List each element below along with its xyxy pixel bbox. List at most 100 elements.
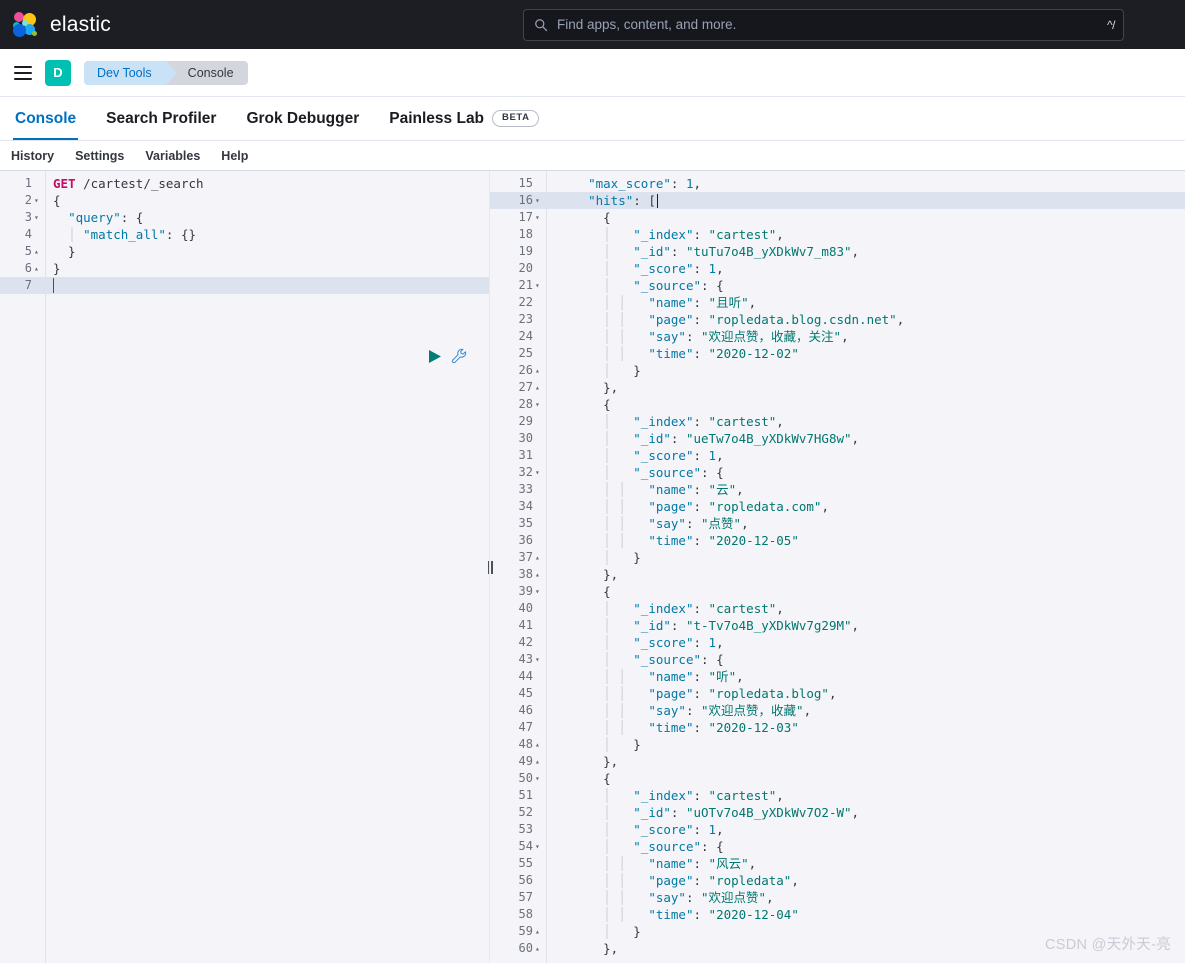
- global-search[interactable]: Find apps, content, and more. ^/: [523, 8, 1124, 41]
- response-line[interactable]: 40 │ "_index": "cartest",: [490, 600, 1185, 617]
- response-line[interactable]: 29 │ "_index": "cartest",: [490, 413, 1185, 430]
- fold-arrow-icon[interactable]: ▴: [535, 566, 544, 583]
- request-line[interactable]: 4 │ "match_all": {}: [0, 226, 489, 243]
- fold-arrow-icon[interactable]: ▾: [535, 838, 544, 855]
- response-line[interactable]: 34 │ │ "page": "ropledata.com",: [490, 498, 1185, 515]
- fold-arrow-icon[interactable]: ▴: [34, 260, 43, 277]
- fold-arrow-icon[interactable]: ▴: [535, 736, 544, 753]
- request-line[interactable]: 2 ▾ {: [0, 192, 489, 209]
- request-line-code: }: [53, 261, 61, 276]
- pane-splitter[interactable]: [483, 171, 497, 963]
- response-line[interactable]: 57 │ │ "say": "欢迎点赞",: [490, 889, 1185, 906]
- request-line[interactable]: 6 ▴}: [0, 260, 489, 277]
- response-line[interactable]: 35 │ │ "say": "点赞",: [490, 515, 1185, 532]
- response-line[interactable]: 24 │ │ "say": "欢迎点赞，收藏，关注",: [490, 328, 1185, 345]
- response-line[interactable]: 39 ▾ {: [490, 583, 1185, 600]
- search-icon: [534, 18, 548, 32]
- response-line[interactable]: 53 │ "_score": 1,: [490, 821, 1185, 838]
- response-line[interactable]: 37 ▴ │ }: [490, 549, 1185, 566]
- response-line[interactable]: 51 │ "_index": "cartest",: [490, 787, 1185, 804]
- search-shortcut-hint: ^/: [1107, 17, 1115, 32]
- response-line[interactable]: 22 │ │ "name": "且听",: [490, 294, 1185, 311]
- global-search-box[interactable]: Find apps, content, and more. ^/: [523, 8, 1124, 41]
- response-line[interactable]: 55 │ │ "name": "风云",: [490, 855, 1185, 872]
- fold-arrow-icon[interactable]: ▴: [535, 549, 544, 566]
- response-line[interactable]: 20 │ "_score": 1,: [490, 260, 1185, 277]
- space-avatar[interactable]: D: [45, 59, 71, 86]
- response-line-number: 37 ▴: [490, 549, 546, 566]
- sub-menu-item-help[interactable]: Help: [221, 149, 248, 163]
- response-line[interactable]: 38 ▴ },: [490, 566, 1185, 583]
- response-line[interactable]: 30 │ "_id": "ueTw7o4B_yXDkWv7HG8w",: [490, 430, 1185, 447]
- request-line[interactable]: 5 ▴ }: [0, 243, 489, 260]
- tab-grok-debugger[interactable]: Grok Debugger: [244, 99, 361, 140]
- request-line-number: 1: [24, 176, 32, 190]
- request-line[interactable]: 3 ▾ "query": {: [0, 209, 489, 226]
- request-editor[interactable]: 1 GET /cartest/_search 2 ▾{3 ▾ "query": {4 │…: [0, 171, 489, 294]
- response-line[interactable]: 33 │ │ "name": "云",: [490, 481, 1185, 498]
- request-editor-pane[interactable]: 1 GET /cartest/_search 2 ▾{3 ▾ "query": {4 │…: [0, 171, 490, 963]
- response-line[interactable]: 54 ▾ │ "_source": {: [490, 838, 1185, 855]
- sub-menu-item-settings[interactable]: Settings: [75, 149, 124, 163]
- fold-arrow-icon[interactable]: ▾: [34, 209, 43, 226]
- request-line[interactable]: 7: [0, 277, 489, 294]
- fold-arrow-icon[interactable]: ▴: [34, 243, 43, 260]
- hamburger-menu-icon[interactable]: [14, 65, 32, 80]
- breadcrumb-item-console[interactable]: Console: [165, 60, 248, 85]
- response-line[interactable]: 31 │ "_score": 1,: [490, 447, 1185, 464]
- sub-menu-item-variables[interactable]: Variables: [145, 149, 200, 163]
- response-line[interactable]: 50 ▾ {: [490, 770, 1185, 787]
- fold-arrow-icon[interactable]: ▾: [535, 583, 544, 600]
- response-line[interactable]: 48 ▴ │ }: [490, 736, 1185, 753]
- play-triangle-icon[interactable]: [428, 349, 442, 364]
- response-line[interactable]: 45 │ │ "page": "ropledata.blog",: [490, 685, 1185, 702]
- fold-arrow-icon[interactable]: ▾: [535, 396, 544, 413]
- breadcrumb-item-dev-tools[interactable]: Dev Tools: [84, 60, 177, 85]
- response-line[interactable]: 25 │ │ "time": "2020-12-02": [490, 345, 1185, 362]
- response-line[interactable]: 26 ▴ │ }: [490, 362, 1185, 379]
- tab-console[interactable]: Console: [13, 99, 79, 140]
- fold-arrow-icon[interactable]: ▾: [535, 651, 544, 668]
- fold-arrow-icon[interactable]: ▾: [535, 464, 544, 481]
- tab-painless-lab[interactable]: Painless Lab BETA: [387, 99, 540, 140]
- response-line[interactable]: 17 ▾ {: [490, 209, 1185, 226]
- fold-arrow-icon[interactable]: ▴: [535, 753, 544, 770]
- response-line[interactable]: 44 │ │ "name": "听",: [490, 668, 1185, 685]
- fold-arrow-icon[interactable]: ▴: [535, 940, 544, 957]
- response-line[interactable]: 16 ▾ "hits": [: [490, 192, 1185, 209]
- fold-arrow-icon[interactable]: ▾: [535, 770, 544, 787]
- response-line[interactable]: 46 │ │ "say": "欢迎点赞，收藏",: [490, 702, 1185, 719]
- response-line[interactable]: 56 │ │ "page": "ropledata",: [490, 872, 1185, 889]
- response-line[interactable]: 32 ▾ │ "_source": {: [490, 464, 1185, 481]
- tab-search-profiler[interactable]: Search Profiler: [104, 99, 218, 140]
- fold-arrow-icon[interactable]: ▾: [535, 209, 544, 226]
- response-line-number: 45: [518, 686, 533, 700]
- response-line[interactable]: 47 │ │ "time": "2020-12-03": [490, 719, 1185, 736]
- response-line[interactable]: 52 │ "_id": "uOTv7o4B_yXDkWv7O2-W",: [490, 804, 1185, 821]
- fold-arrow-icon[interactable]: ▾: [535, 277, 544, 294]
- response-line[interactable]: 28 ▾ {: [490, 396, 1185, 413]
- request-line-code: }: [53, 244, 76, 259]
- response-line[interactable]: 21 ▾ │ "_source": {: [490, 277, 1185, 294]
- response-line[interactable]: 36 │ │ "time": "2020-12-05": [490, 532, 1185, 549]
- response-viewer[interactable]: 15 "max_score": 1, 16 ▾ "hits": [17 ▾ {18 │…: [490, 171, 1185, 957]
- response-line[interactable]: 58 │ │ "time": "2020-12-04": [490, 906, 1185, 923]
- fold-arrow-icon[interactable]: ▾: [535, 192, 544, 209]
- fold-arrow-icon[interactable]: ▾: [34, 192, 43, 209]
- response-line[interactable]: 23 │ │ "page": "ropledata.blog.csdn.net"…: [490, 311, 1185, 328]
- response-line[interactable]: 42 │ "_score": 1,: [490, 634, 1185, 651]
- request-line[interactable]: 1 GET /cartest/_search: [0, 175, 489, 192]
- wrench-icon[interactable]: [451, 348, 467, 364]
- response-line[interactable]: 18 │ "_index": "cartest",: [490, 226, 1185, 243]
- response-line[interactable]: 27 ▴ },: [490, 379, 1185, 396]
- response-viewer-pane[interactable]: 15 "max_score": 1, 16 ▾ "hits": [17 ▾ {18 │…: [490, 171, 1185, 963]
- fold-arrow-icon[interactable]: ▴: [535, 362, 544, 379]
- sub-menu-item-history[interactable]: History: [11, 149, 54, 163]
- response-line[interactable]: 49 ▴ },: [490, 753, 1185, 770]
- response-line[interactable]: 15 "max_score": 1,: [490, 175, 1185, 192]
- response-line[interactable]: 19 │ "_id": "tuTu7o4B_yXDkWv7_m83",: [490, 243, 1185, 260]
- response-line[interactable]: 43 ▾ │ "_source": {: [490, 651, 1185, 668]
- fold-arrow-icon[interactable]: ▴: [535, 923, 544, 940]
- fold-arrow-icon[interactable]: ▴: [535, 379, 544, 396]
- response-line[interactable]: 41 │ "_id": "t-Tv7o4B_yXDkWv7g29M",: [490, 617, 1185, 634]
